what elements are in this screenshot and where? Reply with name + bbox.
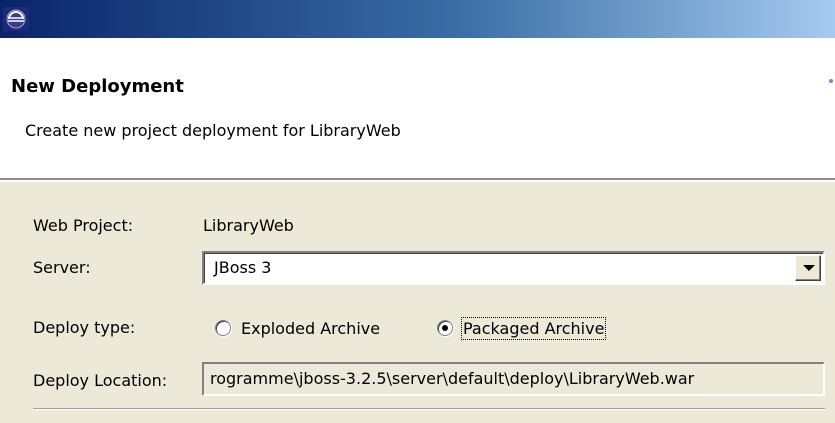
packaged-archive-label: Packaged Archive bbox=[460, 316, 607, 340]
radio-dot-icon bbox=[442, 325, 448, 331]
server-label: Server: bbox=[33, 258, 91, 277]
deploy-location-label: Deploy Location: bbox=[33, 371, 168, 390]
server-dropdown-button[interactable] bbox=[795, 255, 821, 281]
exploded-archive-label: Exploded Archive bbox=[241, 318, 381, 338]
deploy-type-label: Deploy type: bbox=[33, 318, 136, 337]
title-bar[interactable] bbox=[0, 0, 835, 38]
server-selected-value: JBoss 3 bbox=[214, 258, 272, 277]
web-project-label: Web Project: bbox=[33, 216, 134, 235]
deploy-location-value: rogramme\jboss-3.2.5\server\default\depl… bbox=[210, 369, 695, 388]
chevron-down-icon bbox=[803, 265, 815, 271]
deploy-location-field[interactable]: rogramme\jboss-3.2.5\server\default\depl… bbox=[202, 362, 825, 396]
packaged-archive-radio[interactable]: Packaged Archive bbox=[437, 316, 607, 340]
server-select[interactable]: JBoss 3 bbox=[202, 251, 825, 285]
header-banner: New Deployment Create new project deploy… bbox=[0, 38, 835, 180]
radio-button-selected-icon bbox=[437, 320, 453, 336]
eclipse-icon bbox=[3, 7, 29, 31]
page-title: New Deployment bbox=[11, 76, 184, 97]
page-description: Create new project deployment for Librar… bbox=[25, 121, 401, 140]
radio-button-icon bbox=[215, 320, 231, 336]
banner-image-icon bbox=[829, 79, 833, 83]
exploded-archive-radio[interactable]: Exploded Archive bbox=[215, 316, 380, 340]
form-area: Web Project: LibraryWeb Server: JBoss 3 … bbox=[0, 182, 835, 423]
separator bbox=[33, 408, 825, 410]
deployment-dialog: New Deployment Create new project deploy… bbox=[0, 0, 835, 423]
web-project-value: LibraryWeb bbox=[203, 216, 294, 235]
